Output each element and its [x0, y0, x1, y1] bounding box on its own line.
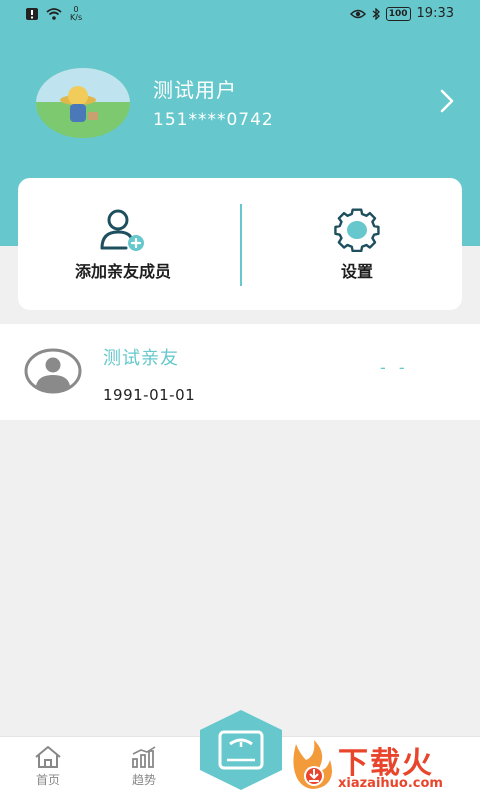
- member-measurement-value: - -: [380, 358, 409, 377]
- quick-actions-card: 添加亲友成员 设置: [18, 178, 462, 310]
- tab-trend-label: 趋势: [131, 773, 156, 787]
- bluetooth-icon: [372, 7, 380, 20]
- status-bar: 0 K/s 100 19:33: [0, 0, 480, 28]
- add-member-label: 添加亲友成员: [74, 262, 171, 281]
- member-birth-date: 1991-01-01: [103, 386, 196, 404]
- add-user-icon: [100, 209, 144, 251]
- tab-home-label: 首页: [35, 773, 60, 787]
- default-avatar-icon: [24, 348, 82, 394]
- gear-icon: [334, 208, 380, 252]
- avatar-illustration: [36, 68, 130, 138]
- tab-trend[interactable]: 趋势: [114, 743, 174, 797]
- measure-scale-button[interactable]: [196, 708, 286, 792]
- home-icon: [35, 746, 61, 768]
- user-name: 测试用户: [153, 78, 237, 102]
- list-item[interactable]: 测试亲友 1991-01-01 - -: [0, 324, 480, 420]
- settings-label: 设置: [340, 262, 373, 281]
- status-time: 19:33: [416, 6, 454, 21]
- wifi-icon: [46, 8, 62, 20]
- watermark-subtitle: xiazaihuo.com: [338, 776, 443, 791]
- member-name: 测试亲友: [103, 348, 179, 369]
- battery-icon: 100: [385, 6, 411, 21]
- settings-button[interactable]: 设置: [252, 178, 462, 310]
- chevron-right-icon[interactable]: [436, 88, 458, 114]
- add-member-button[interactable]: 添加亲友成员: [18, 178, 228, 310]
- card-divider: [240, 204, 242, 286]
- tab-home[interactable]: 首页: [18, 743, 78, 797]
- watermark-logo: 下载火 xiazaihuo.com: [288, 734, 480, 800]
- user-avatar[interactable]: [36, 68, 130, 138]
- eye-icon: [349, 9, 366, 18]
- flame-logo-icon: [293, 740, 332, 789]
- notification-alert-icon: [26, 8, 38, 20]
- trend-chart-icon: [132, 746, 156, 768]
- network-speed: 0 K/s: [70, 5, 83, 22]
- user-phone: 151****0742: [153, 110, 274, 130]
